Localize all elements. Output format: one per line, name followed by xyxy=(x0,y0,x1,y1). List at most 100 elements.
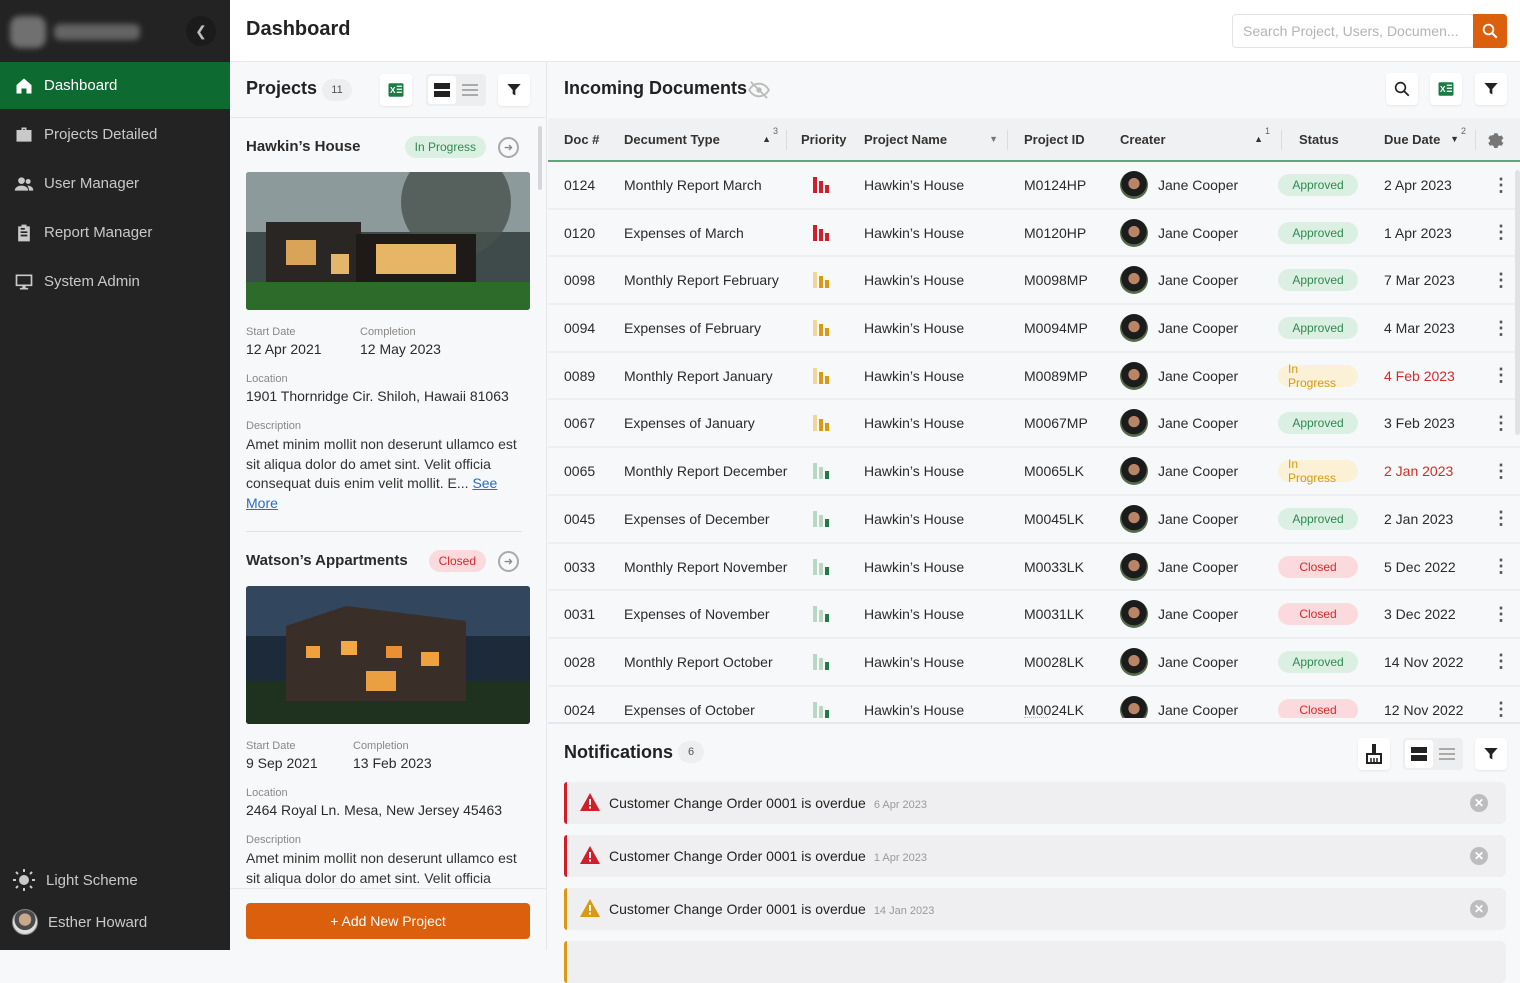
creator-name: Jane Cooper xyxy=(1158,367,1239,384)
column-creater[interactable]: Creater ▲ 1 xyxy=(1120,118,1270,160)
due-date: 4 Mar 2023 xyxy=(1384,320,1455,337)
projects-scrollbar[interactable] xyxy=(538,126,542,190)
list-view-icon xyxy=(1439,748,1455,760)
sidebar-item-dashboard[interactable]: Dashboard xyxy=(0,62,230,109)
row-menu-button[interactable]: ⋮ xyxy=(1492,353,1510,399)
table-row[interactable]: 0124 Monthly Report March Hawkin’s House… xyxy=(548,162,1520,210)
table-row[interactable]: 0067 Expenses of January Hawkin’s House … xyxy=(548,400,1520,449)
export-excel-button[interactable]: X xyxy=(380,74,412,106)
row-menu-button[interactable]: ⋮ xyxy=(1492,400,1510,446)
column-menu-icon[interactable]: ▼ xyxy=(989,134,998,144)
project-name: Hawkin’s House xyxy=(864,177,965,193)
notification-date: 1 Apr 2023 xyxy=(873,852,928,864)
column-project-id[interactable]: Project ID xyxy=(1024,118,1085,160)
dismiss-notification-button[interactable]: ✕ xyxy=(1470,847,1488,865)
row-menu-button[interactable]: ⋮ xyxy=(1492,448,1510,494)
column-document-type[interactable]: Decument Type ▲ 3 xyxy=(624,118,778,160)
priority-medium-icon xyxy=(813,320,829,337)
light-scheme-toggle[interactable]: Light Scheme xyxy=(0,860,230,900)
more-vertical-icon: ⋮ xyxy=(1492,412,1510,433)
table-row[interactable]: 0098 Monthly Report February Hawkin’s Ho… xyxy=(548,257,1520,306)
start-date-label: Start Date xyxy=(246,326,296,338)
sort-desc-icon[interactable]: ▼ xyxy=(1450,134,1459,144)
search-button[interactable] xyxy=(1473,14,1507,48)
column-status[interactable]: Status xyxy=(1299,118,1339,160)
documents-search-button[interactable] xyxy=(1386,73,1418,105)
projects-panel: Projects 11 X Hawkin’s House In Progress… xyxy=(230,62,547,950)
table-row[interactable]: 0065 Monthly Report December Hawkin’s Ho… xyxy=(548,448,1520,496)
status-badge: In Progress xyxy=(1278,457,1358,485)
documents-filter-button[interactable] xyxy=(1475,73,1507,105)
row-menu-button[interactable]: ⋮ xyxy=(1492,210,1510,256)
eye-off-icon[interactable] xyxy=(748,81,770,99)
project-card[interactable]: Watson’s Appartments Closed ➜ Start Date… xyxy=(246,532,530,888)
open-project-button[interactable]: ➜ xyxy=(498,551,519,572)
sort-asc-icon[interactable]: ▲ xyxy=(1254,134,1263,144)
sort-asc-icon[interactable]: ▲ xyxy=(762,134,771,144)
project-id: M0024LK xyxy=(1024,701,1084,718)
notifications-filter-button[interactable] xyxy=(1475,738,1507,770)
table-row[interactable]: 0089 Monthly Report January Hawkin’s Hou… xyxy=(548,352,1520,401)
dismiss-notification-button[interactable]: ✕ xyxy=(1470,794,1488,812)
row-menu-button[interactable]: ⋮ xyxy=(1492,687,1510,718)
add-new-project-button[interactable]: + Add New Project xyxy=(246,903,530,939)
row-menu-button[interactable]: ⋮ xyxy=(1492,257,1510,303)
table-row[interactable]: 0033 Monthly Report November Hawkin’s Ho… xyxy=(548,543,1520,592)
notification-card[interactable]: Customer Change Order 0001 is overdue 14 … xyxy=(564,888,1506,930)
creator: Jane Cooper xyxy=(1120,496,1238,542)
table-row[interactable]: 0094 Expenses of February Hawkin’s House… xyxy=(548,305,1520,353)
list-view-button[interactable] xyxy=(456,76,484,104)
projects-filter-button[interactable] xyxy=(498,74,530,106)
table-row[interactable]: 0024 Expenses of October Hawkin’s House … xyxy=(548,686,1520,718)
horizontal-scroll-handle[interactable] xyxy=(1024,717,1048,720)
svg-text:X: X xyxy=(1440,85,1446,94)
sidebar-item-user-manager[interactable]: User Manager xyxy=(0,160,230,207)
documents-export-excel-button[interactable]: X xyxy=(1430,73,1462,105)
card-view-icon xyxy=(1411,747,1427,761)
card-view-button[interactable] xyxy=(428,76,456,104)
project-id: M0098MP xyxy=(1024,272,1088,289)
column-label: Doc # xyxy=(564,131,600,147)
notification-card[interactable] xyxy=(564,941,1506,983)
column-project-name[interactable]: Project Name ▼ xyxy=(864,118,998,160)
project-card[interactable]: Hawkin’s House In Progress ➜ Start Date … xyxy=(246,118,530,532)
sort-order: 2 xyxy=(1460,126,1466,136)
card-view-button[interactable] xyxy=(1405,740,1433,768)
projects-header: Projects 11 X xyxy=(230,62,546,118)
table-row[interactable]: 0120 Expenses of March Hawkin’s House M0… xyxy=(548,209,1520,258)
clear-notifications-button[interactable] xyxy=(1358,738,1390,770)
row-menu-button[interactable]: ⋮ xyxy=(1492,305,1510,351)
global-search-input[interactable]: Search Project, Users, Documen... xyxy=(1232,14,1474,48)
row-menu-button[interactable]: ⋮ xyxy=(1492,496,1510,542)
list-view-button[interactable] xyxy=(1433,740,1461,768)
sidebar-item-projects-detailed[interactable]: Projects Detailed xyxy=(0,111,230,158)
table-scrollbar[interactable] xyxy=(1515,170,1520,435)
sidebar-item-system-admin[interactable]: System Admin xyxy=(0,258,230,305)
project-name: Hawkin’s House xyxy=(864,367,965,384)
collapse-sidebar-button[interactable]: ❮ xyxy=(186,16,216,46)
excel-icon: X xyxy=(1438,82,1454,96)
row-menu-button[interactable]: ⋮ xyxy=(1492,639,1510,685)
creator-name: Jane Cooper xyxy=(1158,653,1239,670)
column-due-date[interactable]: Due Date ▼ 2 xyxy=(1384,118,1466,160)
table-row[interactable]: 0031 Expenses of November Hawkin’s House… xyxy=(548,591,1520,639)
user-profile[interactable]: Esther Howard xyxy=(0,902,230,942)
column-priority[interactable]: Priority xyxy=(801,118,847,160)
row-menu-button[interactable]: ⋮ xyxy=(1492,544,1510,590)
dismiss-notification-button[interactable]: ✕ xyxy=(1470,900,1488,918)
open-project-button[interactable]: ➜ xyxy=(498,137,519,158)
notification-card[interactable]: Customer Change Order 0001 is overdue 6 A… xyxy=(564,782,1506,824)
due-date: 14 Nov 2022 xyxy=(1384,653,1464,670)
sidebar-item-report-manager[interactable]: Report Manager xyxy=(0,209,230,256)
search-icon xyxy=(1482,23,1498,39)
priority-low-icon xyxy=(813,510,829,527)
column-doc-number[interactable]: Doc # xyxy=(564,118,599,160)
notification-card[interactable]: Customer Change Order 0001 is overdue 1 A… xyxy=(564,835,1506,877)
table-row[interactable]: 0028 Monthly Report October Hawkin’s Hou… xyxy=(548,638,1520,687)
table-row[interactable]: 0045 Expenses of December Hawkin’s House… xyxy=(548,495,1520,544)
row-menu-button[interactable]: ⋮ xyxy=(1492,162,1510,208)
gear-icon[interactable] xyxy=(1485,130,1504,149)
start-date: 12 Apr 2021 xyxy=(246,341,322,357)
priority-medium-icon xyxy=(813,367,829,384)
row-menu-button[interactable]: ⋮ xyxy=(1492,591,1510,637)
